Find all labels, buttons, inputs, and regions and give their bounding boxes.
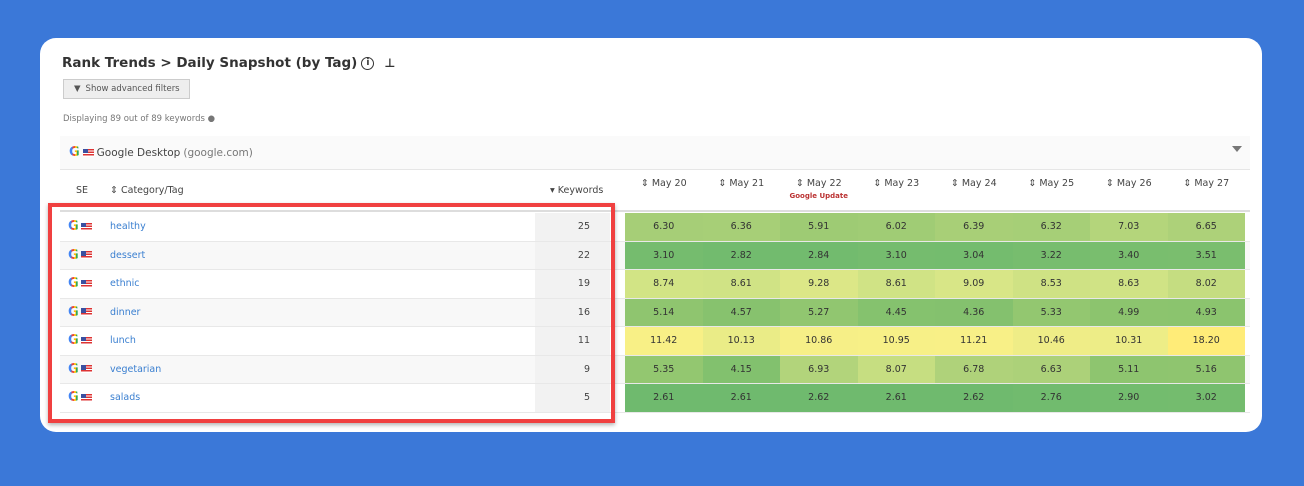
- page-title: Rank Trends > Daily Snapshot (by Tag) i ⊥: [62, 55, 395, 71]
- rank-value-cell: 4.15: [702, 355, 780, 383]
- rank-value-cell: 9.28: [780, 270, 858, 298]
- column-tag-label: Category/Tag: [120, 185, 184, 196]
- rank-value-cell: 3.10: [625, 241, 703, 269]
- rank-value-cell: 10.95: [857, 327, 935, 355]
- column-date[interactable]: ⇕ May 24: [935, 178, 1013, 189]
- rank-value-cell: 2.90: [1090, 384, 1168, 412]
- column-date[interactable]: ⇕ May 23: [858, 178, 936, 189]
- filter-icon[interactable]: [1232, 146, 1242, 152]
- rank-value-cell: 6.02: [857, 213, 935, 241]
- engine-name: Google Desktop: [96, 146, 181, 159]
- rank-value-cell: 5.11: [1090, 355, 1168, 383]
- date-label: May 23: [884, 178, 920, 189]
- filters-label: Show advanced filters: [85, 84, 180, 94]
- column-date[interactable]: ⇕ May 20: [625, 178, 703, 189]
- rank-value-cell: 8.53: [1012, 270, 1090, 298]
- rank-value-cell: 5.27: [780, 298, 858, 326]
- show-advanced-filters-button[interactable]: ▼ Show advanced filters: [63, 79, 190, 99]
- date-label: May 24: [961, 178, 997, 189]
- column-keywords-label: Keywords: [557, 185, 604, 196]
- us-flag-icon: [82, 148, 94, 157]
- date-label: May 27: [1194, 178, 1230, 189]
- rank-value-cell: 8.61: [702, 270, 780, 298]
- rank-value-cell: 5.35: [625, 355, 703, 383]
- rank-value-cell: 3.04: [935, 241, 1013, 269]
- rank-value-cell: 6.78: [935, 355, 1013, 383]
- column-category-tag[interactable]: ⇕ Category/Tag: [110, 185, 184, 196]
- rank-value-cell: 8.63: [1090, 270, 1168, 298]
- rank-value-cell: 3.02: [1167, 384, 1245, 412]
- rank-value-cell: 6.36: [702, 213, 780, 241]
- highlight-box: [48, 203, 615, 423]
- rank-value-cell: 6.39: [935, 213, 1013, 241]
- column-date[interactable]: ⇕ May 27: [1168, 178, 1246, 189]
- filter-icon: ▼: [74, 84, 81, 94]
- rank-value-cell: 18.20: [1167, 327, 1245, 355]
- displaying-text: Displaying 89 out of 89 keywords: [63, 114, 205, 124]
- rank-value-cell: 5.16: [1167, 355, 1245, 383]
- google-icon: G: [69, 145, 80, 160]
- rank-value-cell: 4.57: [702, 298, 780, 326]
- date-label: May 25: [1039, 178, 1075, 189]
- date-label: May 26: [1116, 178, 1152, 189]
- rank-value-cell: 4.99: [1090, 298, 1168, 326]
- date-label: May 20: [651, 178, 687, 189]
- rank-value-cell: 6.32: [1012, 213, 1090, 241]
- rank-value-cell: 2.76: [1012, 384, 1090, 412]
- title-text: Rank Trends > Daily Snapshot (by Tag): [62, 55, 358, 71]
- google-update-label[interactable]: Google Update: [780, 192, 858, 200]
- rank-value-cell: 10.46: [1012, 327, 1090, 355]
- rank-value-cell: 5.91: [780, 213, 858, 241]
- rank-value-cell: 10.31: [1090, 327, 1168, 355]
- date-label: May 21: [729, 178, 765, 189]
- column-date[interactable]: ⇕ May 25: [1013, 178, 1091, 189]
- rank-value-cell: 4.93: [1167, 298, 1245, 326]
- rank-value-cell: 7.03: [1090, 213, 1168, 241]
- column-date[interactable]: ⇕ May 21: [703, 178, 781, 189]
- rank-value-cell: 10.13: [702, 327, 780, 355]
- rank-value-cell: 8.61: [857, 270, 935, 298]
- info-icon[interactable]: i: [361, 56, 375, 70]
- rank-value-cell: 11.42: [625, 327, 703, 355]
- rank-value-cell: 6.63: [1012, 355, 1090, 383]
- rank-value-cell: 9.09: [935, 270, 1013, 298]
- rank-value-cell: 8.74: [625, 270, 703, 298]
- pin-icon[interactable]: ⊥: [384, 56, 395, 70]
- column-se[interactable]: SE: [76, 185, 88, 196]
- rank-value-cell: 11.21: [935, 327, 1013, 355]
- rank-value-cell: 6.65: [1167, 213, 1245, 241]
- rank-value-cell: 2.82: [702, 241, 780, 269]
- rank-value-cell: 2.61: [625, 384, 703, 412]
- rank-value-cell: 5.33: [1012, 298, 1090, 326]
- rank-value-cell: 8.07: [857, 355, 935, 383]
- rank-value-cell: 3.22: [1012, 241, 1090, 269]
- rank-value-cell: 5.14: [625, 298, 703, 326]
- column-date[interactable]: ⇕ May 22 Google Update: [780, 178, 858, 200]
- rank-value-cell: 2.84: [780, 241, 858, 269]
- rank-value-cell: 10.86: [780, 327, 858, 355]
- rank-value-cell: 3.10: [857, 241, 935, 269]
- displaying-count: Displaying 89 out of 89 keywords ●: [63, 114, 215, 124]
- search-engine-bar: G Google Desktop (google.com): [60, 136, 1250, 170]
- rank-value-cell: 3.51: [1167, 241, 1245, 269]
- date-label: May 22: [806, 178, 842, 189]
- rank-value-cell: 2.61: [702, 384, 780, 412]
- rank-value-cell: 2.61: [857, 384, 935, 412]
- rank-value-cell: 8.02: [1167, 270, 1245, 298]
- rank-value-cell: 6.30: [625, 213, 703, 241]
- rank-value-cell: 3.40: [1090, 241, 1168, 269]
- help-icon[interactable]: ●: [208, 114, 215, 124]
- rank-value-cell: 2.62: [935, 384, 1013, 412]
- rank-value-cell: 2.62: [780, 384, 858, 412]
- engine-domain: (google.com): [183, 146, 253, 159]
- rank-value-cell: 4.45: [857, 298, 935, 326]
- column-keywords[interactable]: ▾ Keywords: [550, 185, 603, 196]
- rank-value-cell: 4.36: [935, 298, 1013, 326]
- rank-value-cell: 6.93: [780, 355, 858, 383]
- column-date[interactable]: ⇕ May 26: [1090, 178, 1168, 189]
